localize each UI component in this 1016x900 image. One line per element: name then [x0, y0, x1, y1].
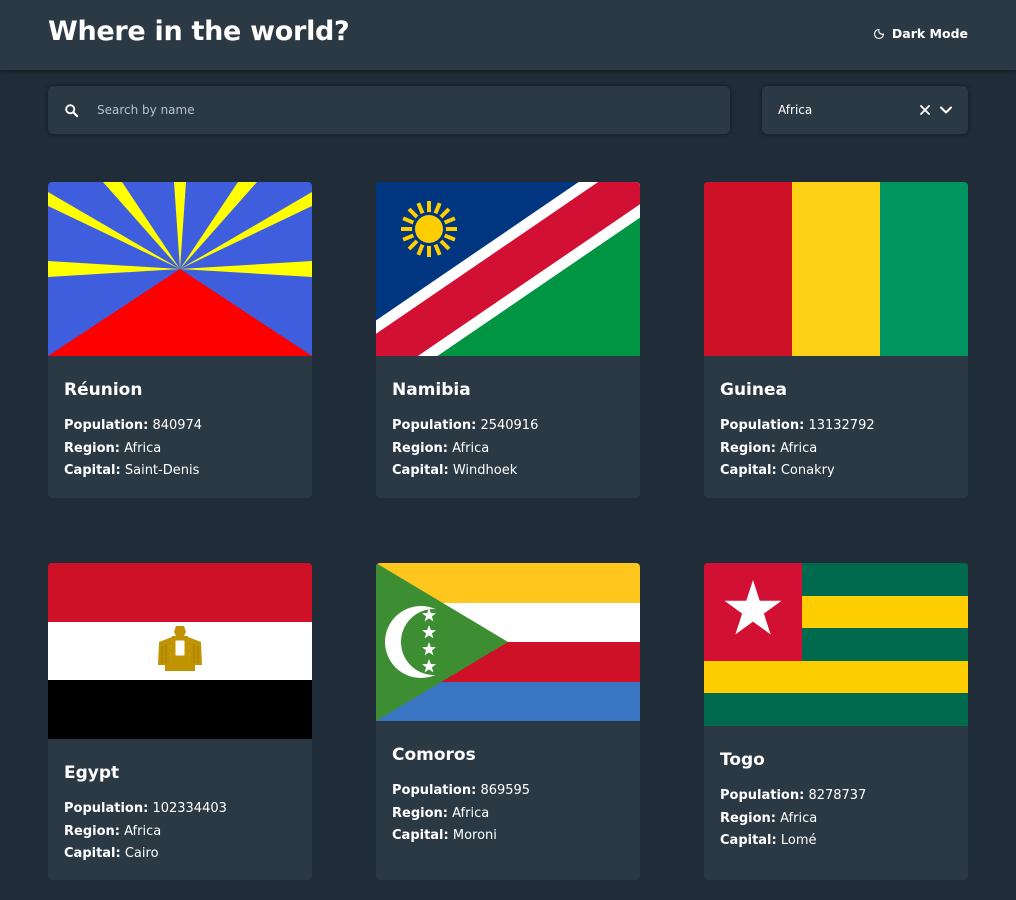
country-name: Togo: [720, 750, 765, 770]
dark-mode-toggle[interactable]: Dark Mode: [873, 26, 968, 41]
clear-icon[interactable]: [920, 105, 930, 115]
population-row: Population: 13132792: [720, 417, 952, 435]
dark-mode-label: Dark Mode: [891, 26, 968, 41]
region-filter-select[interactable]: Africa: [762, 86, 968, 134]
region-row: Region: Africa: [720, 440, 952, 458]
country-name: Egypt: [64, 763, 120, 783]
egypt-flag: [48, 563, 312, 739]
population-label: Population:: [64, 801, 149, 816]
region-value: Africa: [124, 823, 162, 839]
capital-value: Windhoek: [452, 463, 518, 478]
population-label: Population:: [392, 783, 477, 798]
site-header: Where in the world? Dark Mode: [0, 0, 1016, 70]
population-row: Population: 840974: [64, 417, 296, 435]
region-row: Region: Africa: [392, 805, 624, 823]
region-row: Region: Africa: [720, 810, 952, 828]
search-input[interactable]: [95, 102, 679, 118]
capital-row: Capital: Lomé: [720, 832, 952, 850]
population-row: Population: 869595: [392, 782, 624, 800]
region-label: Region:: [720, 440, 776, 456]
capital-label: Capital:: [64, 463, 121, 478]
region-value: Africa: [452, 440, 490, 456]
capital-value: Conakry: [780, 463, 835, 478]
capital-value: Saint-Denis: [124, 463, 200, 478]
population-value: 8278737: [808, 788, 867, 803]
country-card[interactable]: Egypt Population: 102334403 Region: Afri…: [48, 563, 312, 880]
capital-label: Capital:: [392, 828, 449, 843]
country-name: Comoros: [392, 745, 476, 765]
comoros-flag: [376, 563, 640, 721]
moon-icon: [873, 28, 885, 40]
region-value: Africa: [780, 440, 818, 456]
population-row: Population: 2540916: [392, 417, 624, 435]
capital-label: Capital:: [720, 463, 777, 478]
region-label: Region:: [392, 440, 448, 456]
region-label: Region:: [64, 440, 120, 456]
capital-row: Capital: Cairo: [64, 845, 296, 863]
population-label: Population:: [392, 418, 477, 433]
population-row: Population: 102334403: [64, 800, 296, 818]
country-card[interactable]: Comoros Population: 869595 Region: Afric…: [376, 563, 640, 880]
togo-flag: [704, 563, 968, 726]
country-name: Namibia: [392, 380, 471, 400]
chevron-down-icon[interactable]: [940, 106, 952, 114]
capital-value: Moroni: [452, 828, 497, 843]
country-card[interactable]: Togo Population: 8278737 Region: Africa …: [704, 563, 968, 880]
reunion-flag: [48, 182, 312, 356]
capital-row: Capital: Windhoek: [392, 462, 624, 480]
region-row: Region: Africa: [64, 440, 296, 458]
capital-label: Capital:: [720, 833, 777, 848]
region-label: Region:: [64, 823, 120, 839]
country-card[interactable]: Réunion Population: 840974 Region: Afric…: [48, 182, 312, 498]
capital-label: Capital:: [64, 846, 121, 861]
region-value: Africa: [452, 805, 490, 821]
population-label: Population:: [720, 788, 805, 803]
population-row: Population: 8278737: [720, 787, 952, 805]
capital-value: Lomé: [780, 833, 817, 848]
population-value: 2540916: [480, 418, 539, 433]
country-name: Réunion: [64, 380, 143, 400]
region-value: Africa: [124, 440, 162, 456]
region-row: Region: Africa: [64, 823, 296, 841]
capital-row: Capital: Moroni: [392, 827, 624, 845]
capital-row: Capital: Conakry: [720, 462, 952, 480]
population-value: 869595: [480, 783, 531, 798]
capital-label: Capital:: [392, 463, 449, 478]
capital-row: Capital: Saint-Denis: [64, 462, 296, 480]
population-label: Population:: [720, 418, 805, 433]
capital-value: Cairo: [124, 846, 159, 861]
search-icon: [64, 103, 79, 118]
population-value: 102334403: [152, 801, 227, 816]
search-box[interactable]: [48, 86, 730, 134]
site-title: Where in the world?: [48, 16, 350, 47]
population-label: Population:: [64, 418, 149, 433]
guinea-flag: [704, 182, 968, 356]
namibia-flag: [376, 182, 640, 356]
population-value: 840974: [152, 418, 203, 433]
country-card[interactable]: Guinea Population: 13132792 Region: Afri…: [704, 182, 968, 498]
region-value: Africa: [780, 810, 818, 826]
region-label: Region:: [720, 810, 776, 826]
country-name: Guinea: [720, 380, 787, 400]
region-row: Region: Africa: [392, 440, 624, 458]
region-label: Region:: [392, 805, 448, 821]
country-card[interactable]: Namibia Population: 2540916 Region: Afri…: [376, 182, 640, 498]
region-filter-value: Africa: [778, 103, 813, 117]
population-value: 13132792: [808, 418, 875, 433]
